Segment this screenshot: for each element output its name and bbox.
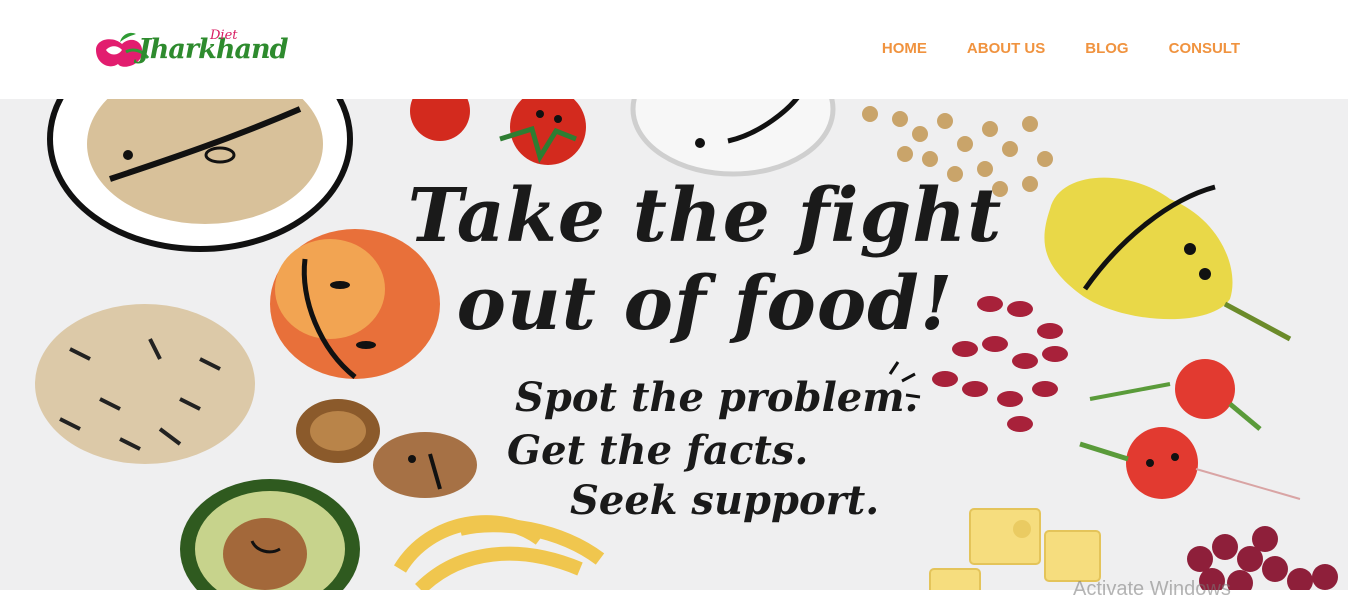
hero-banner: Take the fight out of food! Spot the pro…: [0, 99, 1348, 590]
nav-about-us[interactable]: ABOUT US: [967, 39, 1045, 59]
nav-consult[interactable]: CONSULT: [1169, 39, 1240, 59]
subline-1: Spot the problem.: [515, 374, 919, 421]
radish-icon: [1079, 359, 1301, 500]
nav-blog[interactable]: BLOG: [1085, 39, 1128, 59]
avocado-icon: [180, 479, 360, 590]
rice-pile-icon: [35, 304, 255, 464]
oat-bowl-icon: [47, 99, 353, 252]
nav-home[interactable]: HOME: [882, 39, 927, 59]
headline-line-1: Take the fight: [407, 173, 1003, 259]
site-header: Jharkhand Diet HOME ABOUT US BLOG CONSUL…: [0, 0, 1348, 99]
pasta-icon: [394, 515, 605, 590]
subline-2: Get the facts.: [507, 427, 809, 474]
tomato-icon: [410, 99, 586, 165]
walnut-icon: [296, 399, 477, 498]
pear-icon: [1044, 177, 1292, 342]
headline-line-2: out of food!: [456, 261, 954, 347]
logo[interactable]: Jharkhand Diet: [92, 28, 288, 72]
subline-3: Seek support.: [570, 477, 880, 524]
logo-tag: Diet: [210, 28, 238, 43]
hero-headline: Take the fight out of food!: [405, 179, 1005, 341]
milk-glass-icon: [630, 99, 836, 177]
activate-windows-watermark: Activate Windows: [1073, 578, 1231, 596]
main-nav: HOME ABOUT US BLOG CONSULT: [882, 39, 1240, 59]
